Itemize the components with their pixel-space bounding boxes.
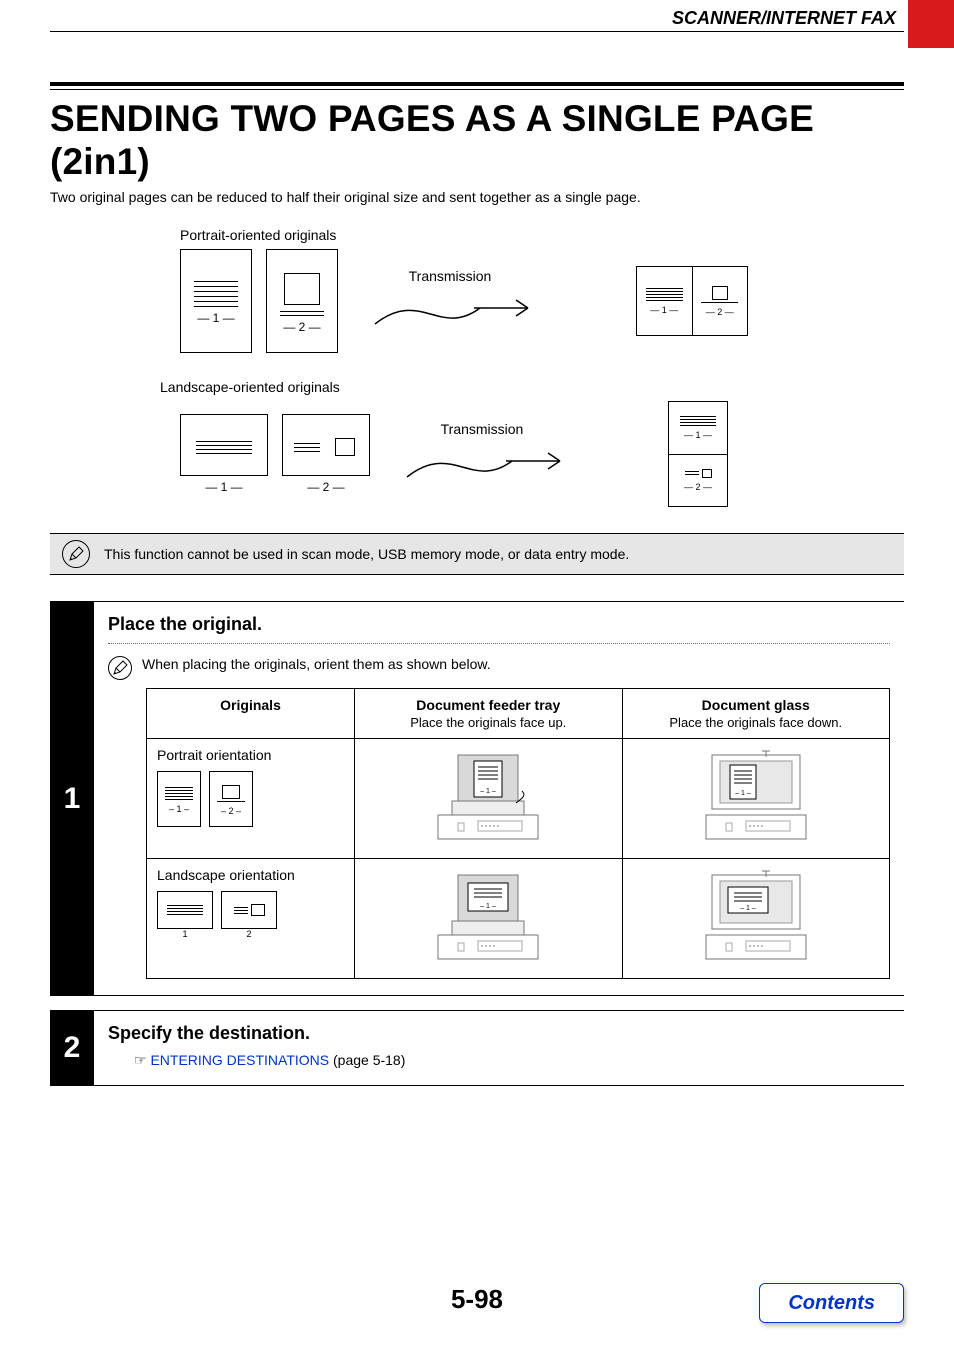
step-2: 2 Specify the destination. ☞ ENTERING DE…	[50, 1010, 904, 1086]
transmission-label-2: Transmission	[441, 421, 524, 437]
glass-landscape-illustration: – 1 –	[622, 859, 890, 979]
step-1-number: 1	[50, 602, 94, 995]
combined-output-portrait: 1 2	[636, 266, 748, 336]
step-2-number: 2	[50, 1011, 94, 1085]
step-1: 1 Place the original. When placing the o…	[50, 601, 904, 996]
mini-page1-landscape	[157, 891, 213, 929]
arrow-icon	[402, 443, 562, 488]
pencil-icon	[108, 656, 132, 680]
glass-portrait-illustration: – 1 –	[622, 739, 890, 859]
original-page1-landscape	[180, 414, 268, 476]
row-landscape-label: Landscape orientation 1	[147, 859, 355, 979]
note-text: This function cannot be used in scan mod…	[104, 546, 629, 562]
section-color-tab	[908, 0, 954, 48]
title-rule-thin	[50, 89, 904, 90]
note-box: This function cannot be used in scan mod…	[50, 533, 904, 575]
orientation-table: Originals Document feeder tray Place the…	[146, 688, 890, 979]
page-header: SCANNER/INTERNET FAX	[50, 0, 904, 32]
intro-text: Two original pages can be reduced to hal…	[50, 189, 904, 205]
svg-text:– 1 –: – 1 –	[480, 903, 496, 910]
mini-page2-portrait: 2	[209, 771, 253, 827]
arrow-icon	[370, 290, 530, 335]
svg-text:– 1 –: – 1 –	[740, 905, 756, 912]
page-number: 5-98	[230, 1284, 724, 1315]
combined-output-landscape: 1 2	[668, 401, 728, 507]
svg-text:– 1 –: – 1 –	[735, 790, 751, 797]
contents-button[interactable]: Contents	[759, 1283, 904, 1323]
pointer-icon: ☞	[134, 1052, 147, 1068]
svg-text:– 1 –: – 1 –	[480, 788, 496, 795]
header-title: SCANNER/INTERNET FAX	[672, 8, 904, 29]
landscape-diagram-row: 1 2 Transmission	[180, 401, 904, 507]
row-portrait-label: Portrait orientation 1 2	[147, 739, 355, 859]
th-feeder: Document feeder tray Place the originals…	[355, 689, 622, 739]
mini-page1-portrait: 1	[157, 771, 201, 827]
mini-page2-landscape	[221, 891, 277, 929]
pencil-icon	[62, 540, 90, 568]
step-1-subnote: When placing the originals, orient them …	[142, 656, 491, 672]
original-page2-portrait: 2	[266, 249, 338, 353]
page-title: SENDING TWO PAGES AS A SINGLE PAGE (2in1…	[50, 98, 904, 183]
feeder-landscape-illustration: – 1 –	[355, 859, 622, 979]
dotted-separator	[108, 643, 890, 644]
feeder-portrait-illustration: – 1 –	[355, 739, 622, 859]
transmission-label: Transmission	[409, 268, 492, 284]
link-page-ref: (page 5-18)	[329, 1052, 405, 1068]
portrait-diagram-row: 1 2 Transmission	[180, 249, 904, 353]
original-page1-portrait: 1	[180, 249, 252, 353]
original-page2-landscape	[282, 414, 370, 476]
step-1-title: Place the original.	[108, 614, 890, 635]
title-rule-top	[50, 82, 904, 86]
th-glass: Document glass Place the originals face …	[622, 689, 890, 739]
entering-destinations-link[interactable]: ENTERING DESTINATIONS	[150, 1052, 329, 1068]
step-2-title: Specify the destination.	[108, 1023, 890, 1044]
portrait-label: Portrait-oriented originals	[180, 227, 904, 243]
landscape-label: Landscape-oriented originals	[160, 379, 904, 395]
th-originals: Originals	[147, 689, 355, 739]
